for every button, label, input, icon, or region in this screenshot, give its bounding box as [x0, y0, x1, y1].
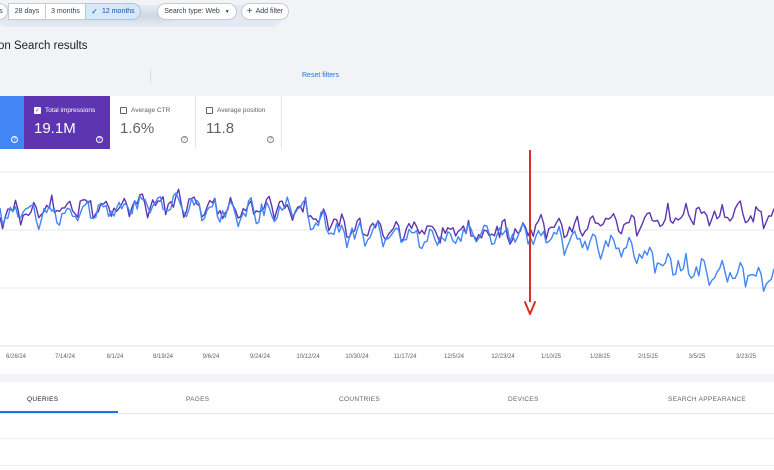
checkbox-icon[interactable] [120, 107, 127, 114]
add-filter-label: Add filter [255, 8, 284, 15]
help-icon[interactable]: ? [96, 136, 103, 143]
date-range-label-12-months: 12 months [102, 8, 135, 15]
x-tick-label: 1/28/25 [590, 354, 611, 360]
add-filter-button[interactable]: + Add filter [241, 3, 289, 20]
date-range-chip-28-days[interactable]: 28 days [8, 3, 46, 20]
series-line-clicks [0, 192, 774, 292]
annotation-arrow-head [524, 301, 536, 315]
x-tick-label: 2/15/25 [638, 354, 659, 360]
tab-devices[interactable]: DEVICES [508, 396, 539, 403]
tab-divider [0, 413, 774, 414]
reset-filters-link[interactable]: Reset filters [302, 72, 339, 79]
tab-countries[interactable]: COUNTRIES [339, 396, 380, 403]
check-icon: ✓ [91, 7, 98, 16]
caret-down-icon: ▼ [224, 8, 230, 15]
position-label: Average position [217, 107, 266, 114]
date-range-label-28-days: 28 days [14, 8, 40, 15]
x-tick-label: 9/24/24 [250, 354, 271, 360]
checkbox-icon[interactable] [206, 107, 213, 114]
filter-divider [150, 68, 151, 84]
search-type-dropdown[interactable]: Search type: Web ▼ [157, 3, 237, 20]
search-type-label: Search type: Web [164, 8, 220, 15]
metric-card-ctr[interactable]: Average CTR 1.6% ? [110, 96, 196, 149]
tab-pages[interactable]: PAGES [186, 396, 209, 403]
table-row-divider [0, 438, 774, 439]
position-value: 11.8 [206, 120, 235, 137]
date-range-label-0: s [0, 8, 3, 15]
checkbox-checked-icon[interactable]: ✓ [34, 107, 41, 114]
x-tick-label: 10/30/24 [345, 354, 369, 360]
x-tick-label: 3/5/25 [689, 354, 706, 360]
plus-icon: + [246, 5, 253, 17]
x-tick-label: 7/14/24 [55, 354, 76, 360]
x-tick-label: 6/26/24 [6, 354, 27, 360]
impressions-label: Total impressions [45, 107, 96, 114]
metric-card-clicks[interactable]: ? [0, 96, 24, 149]
date-range-chip-12-months[interactable]: ✓ 12 months [85, 3, 141, 20]
table-row-divider [0, 465, 774, 466]
x-tick-label: 12/23/24 [491, 354, 515, 360]
date-range-chip-3-months[interactable]: 3 months [45, 3, 86, 20]
help-icon[interactable]: ? [11, 136, 18, 143]
impressions-label-row: ✓ Total impressions [34, 107, 95, 114]
ctr-label-row: Average CTR [120, 107, 170, 114]
x-tick-label: 8/1/24 [107, 354, 124, 360]
metric-card-impressions[interactable]: ✓ Total impressions 19.1M ? [24, 96, 110, 149]
x-tick-label: 3/23/25 [736, 354, 757, 360]
ctr-value: 1.6% [120, 120, 155, 137]
date-range-label-3-months: 3 months [51, 8, 80, 15]
series-line-impressions [0, 188, 774, 245]
ctr-label: Average CTR [131, 107, 171, 114]
tab-search-appearance[interactable]: SEARCH APPEARANCE [668, 396, 746, 403]
x-tick-label: 8/19/24 [153, 354, 174, 360]
x-tick-label: 10/12/24 [296, 354, 320, 360]
x-tick-label: 12/5/24 [444, 354, 465, 360]
position-label-row: Average position [206, 107, 265, 114]
metric-card-position[interactable]: Average position 11.8 ? [196, 96, 282, 149]
x-tick-label: 9/6/24 [203, 354, 220, 360]
x-tick-label: 1/10/25 [541, 354, 562, 360]
performance-chart: 6/26/24 7/14/24 8/1/24 8/19/24 9/6/24 9/24/24… [0, 150, 774, 360]
dimension-tabs: QUERIES PAGES COUNTRIES DEVICES SEARCH A… [0, 382, 774, 470]
x-tick-label: 11/17/24 [394, 354, 418, 360]
help-icon[interactable]: ? [267, 136, 274, 143]
impressions-value: 19.1M [34, 120, 76, 137]
help-icon[interactable]: ? [181, 136, 188, 143]
tab-queries[interactable]: QUERIES [27, 396, 58, 403]
page-title: on Search results [0, 40, 88, 52]
